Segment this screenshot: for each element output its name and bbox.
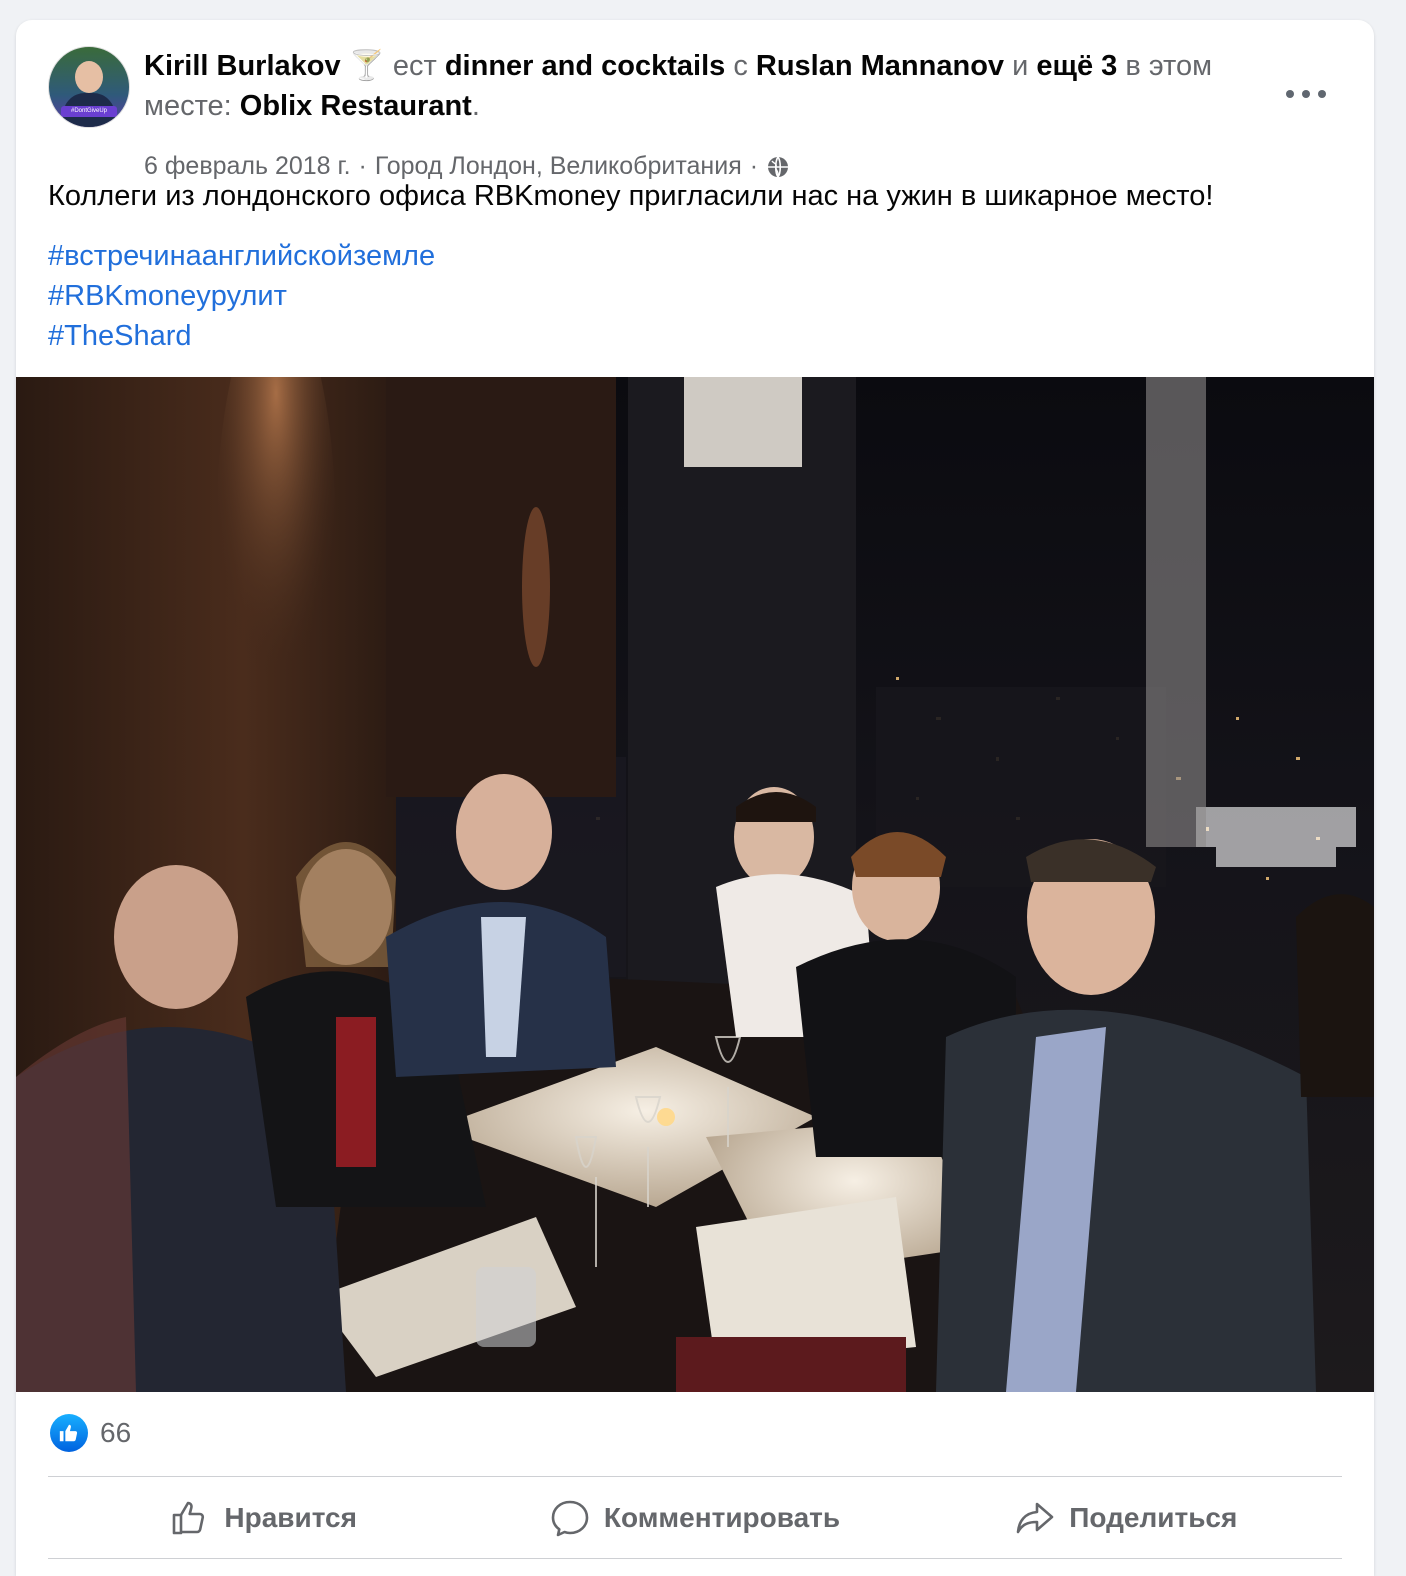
title-period: . xyxy=(471,90,480,122)
share-button-label: Поделиться xyxy=(1069,1502,1238,1533)
post-title: Kirill Burlakov 🍸 ест dinner and cocktai… xyxy=(144,46,1254,126)
divider-top xyxy=(48,1476,1342,1477)
activity-emoji-icon: 🍸 xyxy=(348,50,385,82)
and-word: и xyxy=(1012,50,1029,82)
globe-icon[interactable] xyxy=(766,155,790,179)
comment-button-label: Комментировать xyxy=(603,1502,841,1533)
activity-verb: ест xyxy=(392,50,437,82)
others-link[interactable]: ещё 3 xyxy=(1036,50,1117,82)
like-icon xyxy=(50,1414,88,1452)
post-text: Коллеги из лондонского офиса RBKmoney пр… xyxy=(48,180,1214,212)
reaction-summary[interactable]: 66 xyxy=(50,1414,131,1452)
like-button-label: Нравится xyxy=(224,1502,357,1533)
with-word: с xyxy=(733,50,748,82)
action-bar: Нравится Комментировать Поделиться xyxy=(48,1478,1342,1558)
comment-button[interactable]: Комментировать xyxy=(479,1478,910,1558)
share-arrow-icon xyxy=(1016,1502,1054,1534)
thumbs-up-icon xyxy=(173,1501,205,1535)
like-button[interactable]: Нравится xyxy=(48,1478,479,1558)
post-location[interactable]: Город Лондон, Великобритания xyxy=(375,152,742,181)
hashtag-list: #встречинаанглийскойземле #RBKmoneyрулит… xyxy=(48,236,435,356)
activity-link[interactable]: dinner and cocktails xyxy=(445,50,725,82)
post-photo[interactable] xyxy=(16,377,1374,1392)
place-link[interactable]: Oblix Restaurant xyxy=(240,90,472,122)
avatar-face xyxy=(75,61,103,93)
post-date[interactable]: 6 февраль 2018 г. xyxy=(144,152,351,181)
meta-separator: · xyxy=(358,152,367,180)
more-options-icon[interactable] xyxy=(1286,82,1326,106)
post-meta: 6 февраль 2018 г. · Город Лондон, Велико… xyxy=(144,152,790,181)
comment-icon xyxy=(551,1500,589,1537)
author-avatar[interactable]: #DontGiveUp xyxy=(48,46,130,128)
hashtag-link[interactable]: #RBKmoneyрулит xyxy=(48,276,435,316)
tagged-person-link[interactable]: Ruslan Mannanov xyxy=(756,50,1004,82)
post-card: #DontGiveUp Kirill Burlakov 🍸 ест dinner… xyxy=(16,20,1374,1576)
author-name[interactable]: Kirill Burlakov xyxy=(144,50,341,82)
share-button[interactable]: Поделиться xyxy=(911,1478,1342,1558)
avatar-badge: #DontGiveUp xyxy=(61,106,117,117)
divider-bottom xyxy=(48,1558,1342,1559)
hashtag-link[interactable]: #TheShard xyxy=(48,316,435,356)
reaction-count: 66 xyxy=(100,1417,132,1448)
restaurant-group-photo xyxy=(16,377,1374,1392)
meta-separator-2: · xyxy=(749,152,759,180)
hashtag-link[interactable]: #встречинаанглийскойземле xyxy=(48,236,435,276)
